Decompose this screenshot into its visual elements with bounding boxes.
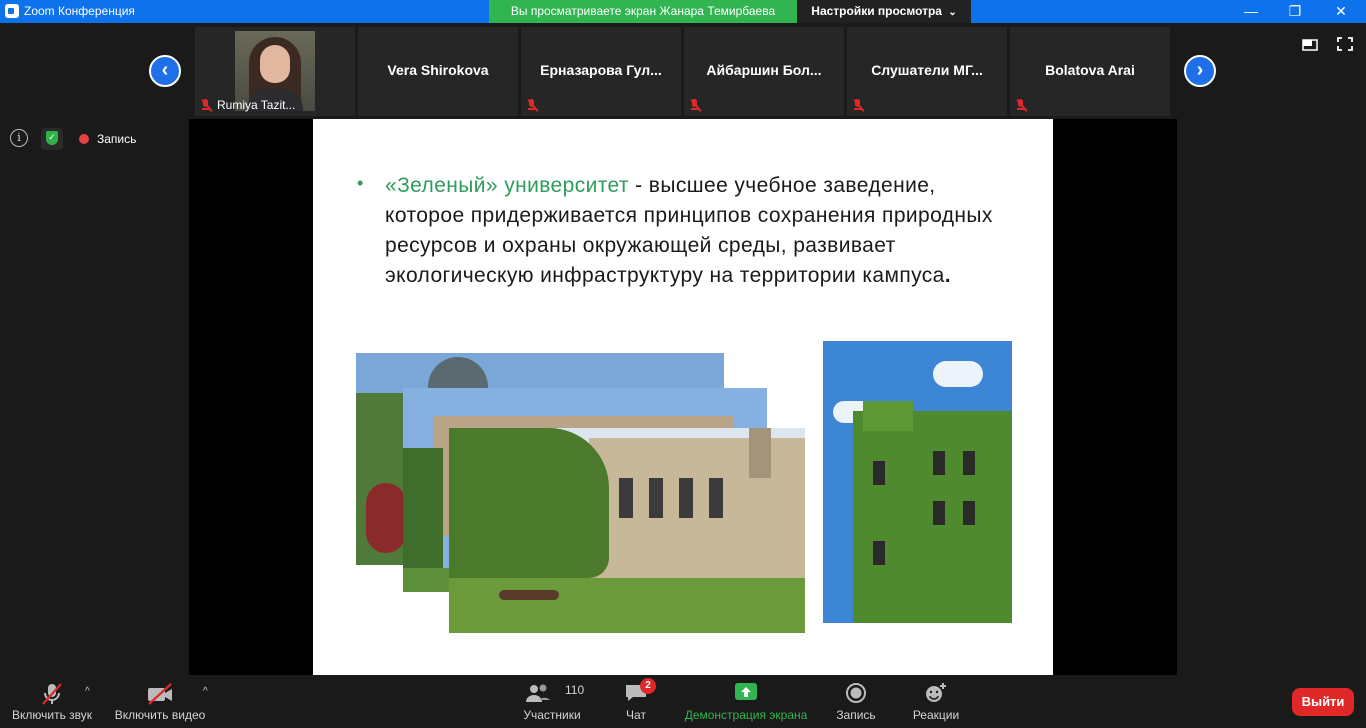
- participant-tile[interactable]: Ерназарова Гул...: [521, 27, 681, 116]
- participants-count: 110: [565, 683, 585, 697]
- participant-name: Vera Shirokova: [387, 62, 489, 78]
- mic-off-icon: [689, 99, 702, 112]
- record-button[interactable]: Запись: [826, 678, 886, 728]
- reactions-icon: [924, 682, 948, 709]
- leave-meeting-button[interactable]: Выйти: [1292, 688, 1354, 716]
- minimize-button[interactable]: —: [1228, 0, 1274, 23]
- slide-term: «Зеленый» университет: [385, 174, 629, 197]
- participant-tile[interactable]: Айбаршин Бол...: [684, 27, 844, 116]
- mic-off-icon: [1015, 99, 1028, 112]
- participant-name: Слушатели МГ...: [871, 62, 983, 78]
- audio-options-caret[interactable]: ^: [85, 686, 90, 697]
- share-screen-button[interactable]: Демонстрация экрана: [680, 678, 812, 728]
- security-shield-icon[interactable]: [41, 128, 63, 150]
- chat-button[interactable]: 2 Чат: [606, 678, 666, 728]
- recording-label: Запись: [97, 132, 137, 146]
- slide-text: «Зеленый» университет - высшее учебное з…: [385, 171, 1015, 291]
- participant-name: Bolatova Arai: [1045, 62, 1135, 78]
- record-icon: [845, 682, 867, 709]
- layout-view-icon[interactable]: [1302, 37, 1318, 51]
- participant-name: Ерназарова Гул...: [540, 62, 662, 78]
- fullscreen-icon[interactable]: [1337, 37, 1353, 51]
- screen-share-notice: Вы просматриваете экран Жанара Темирбаев…: [489, 0, 797, 23]
- share-screen-label: Демонстрация экрана: [684, 708, 808, 722]
- recording-icon: [79, 134, 89, 144]
- participant-strip: Rumiya Tazit... Vera Shirokova Ерназаров…: [195, 27, 1170, 116]
- mic-off-icon: [40, 682, 64, 711]
- slide-period: .: [944, 264, 952, 287]
- next-page-button[interactable]: ›: [1184, 55, 1216, 87]
- chevron-down-icon: ⌄: [948, 7, 957, 18]
- meeting-info-icon[interactable]: i: [10, 129, 28, 147]
- participants-label: Участники: [523, 708, 581, 722]
- camera-off-icon: [146, 682, 174, 711]
- reactions-label: Реакции: [912, 708, 960, 722]
- participants-icon: [525, 682, 551, 709]
- zoom-logo-icon: [5, 4, 19, 18]
- chat-label: Чат: [626, 708, 646, 722]
- share-screen-icon: [734, 682, 758, 707]
- reactions-button[interactable]: Реакции: [906, 678, 966, 728]
- start-video-label: Включить видео: [114, 708, 206, 722]
- campus-photo-quad: [449, 428, 805, 633]
- participant-tile-video[interactable]: Rumiya Tazit...: [195, 27, 355, 116]
- participant-tile[interactable]: Bolatova Arai: [1010, 27, 1170, 116]
- bullet: •: [357, 173, 364, 193]
- presentation-slide: • «Зеленый» университет - высшее учебное…: [313, 119, 1053, 675]
- participant-tile[interactable]: Слушатели МГ...: [847, 27, 1007, 116]
- view-options-button[interactable]: Настройки просмотра ⌄: [797, 0, 971, 23]
- meeting-toolbar: Включить звук ^ Включить видео ^ 110 Уча…: [0, 678, 1366, 728]
- mic-off-icon: [526, 99, 539, 112]
- chat-badge: 2: [640, 678, 656, 694]
- prev-page-button[interactable]: ‹: [149, 55, 181, 87]
- close-window-button[interactable]: ✕: [1318, 0, 1364, 23]
- campus-photo-ivy: [823, 341, 1012, 623]
- mic-off-icon: [852, 99, 865, 112]
- title-bar: Zoom Конференция Вы просматриваете экран…: [0, 0, 1366, 23]
- view-options-label: Настройки просмотра: [811, 4, 942, 18]
- restore-button[interactable]: ❐: [1272, 0, 1318, 23]
- record-label: Запись: [836, 708, 876, 722]
- unmute-label: Включить звук: [11, 708, 93, 722]
- participant-tile[interactable]: Vera Shirokova: [358, 27, 518, 116]
- start-video-button[interactable]: Включить видео: [108, 678, 212, 728]
- participant-name: Rumiya Tazit...: [217, 98, 296, 112]
- mic-off-icon: [200, 99, 213, 112]
- participants-button[interactable]: 110 Участники: [514, 678, 590, 728]
- window-title: Zoom Конференция: [24, 4, 135, 18]
- video-options-caret[interactable]: ^: [203, 686, 208, 697]
- participant-name: Айбаршин Бол...: [706, 62, 822, 78]
